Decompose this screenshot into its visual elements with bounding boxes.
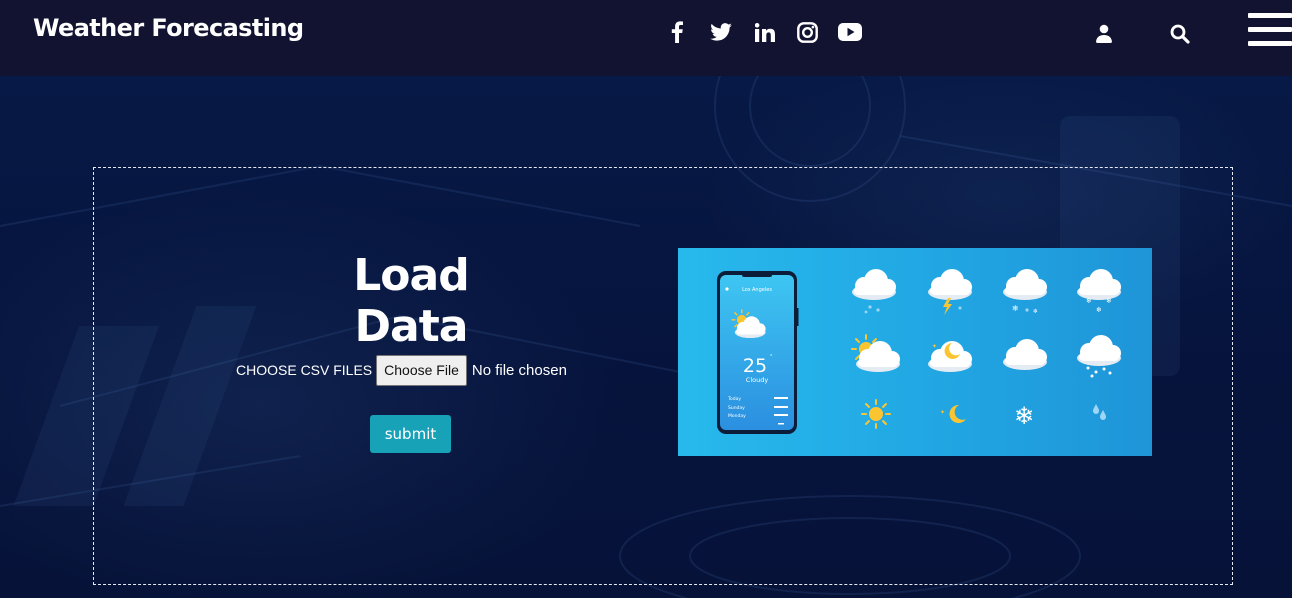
moon-icon: ✦: [940, 404, 966, 423]
raindrops-icon: [1093, 404, 1106, 420]
submit-button[interactable]: submit: [370, 415, 451, 453]
hamburger-menu-icon[interactable]: [1248, 13, 1292, 49]
thunder-cloud-icon: [928, 269, 972, 315]
svg-text:✦: ✦: [932, 343, 937, 350]
svg-text:❄: ❄: [1086, 297, 1092, 305]
file-status-text: No file chosen: [471, 361, 567, 379]
svg-text:❄: ❄: [1106, 297, 1112, 305]
sun-icon: [861, 399, 891, 429]
weather-illustration: Los Angeles 25 ° Cloudy Today Sunday Mon…: [678, 248, 1152, 456]
facebook-icon[interactable]: [664, 18, 690, 46]
snow-rain-cloud-icon: ❄ ❄: [1003, 269, 1047, 315]
svg-text:❄: ❄: [1014, 402, 1034, 430]
csv-upload-row: CHOOSE CSV FILES Choose File No file cho…: [236, 354, 567, 386]
social-links: [664, 18, 864, 46]
upload-label: CHOOSE CSV FILES: [236, 362, 373, 378]
page-title: Load Data: [353, 250, 469, 352]
sleet-cloud-icon: [1077, 335, 1121, 378]
snow-cloud-icon: ❄ ❄ ❄: [1077, 269, 1121, 314]
svg-text:❄: ❄: [1033, 308, 1038, 315]
cloudy-icon: [1003, 339, 1047, 370]
svg-text:❄: ❄: [1096, 306, 1102, 314]
snowflake-icon: ❄: [1014, 402, 1034, 430]
brand-title[interactable]: Weather Forecasting: [33, 14, 304, 42]
svg-text:✦: ✦: [940, 409, 945, 416]
partly-cloudy-day-icon: [851, 334, 900, 372]
svg-text:Monday: Monday: [728, 413, 746, 419]
linkedin-icon[interactable]: [752, 18, 778, 46]
user-icon[interactable]: [1095, 24, 1113, 44]
svg-text:Sunday: Sunday: [728, 405, 745, 411]
load-data-panel: Load Data CHOOSE CSV FILES Choose File N…: [93, 167, 1233, 585]
choose-file-button[interactable]: Choose File: [376, 354, 467, 386]
svg-text:Today: Today: [727, 396, 741, 402]
svg-text:Cloudy: Cloudy: [746, 376, 769, 384]
top-navbar: Weather Forecasting: [0, 0, 1292, 76]
svg-text:25: 25: [743, 355, 767, 377]
svg-text:Los Angeles: Los Angeles: [742, 287, 772, 293]
rain-cloud-icon: [852, 269, 896, 314]
svg-text:❄: ❄: [1012, 304, 1019, 313]
search-icon[interactable]: [1170, 24, 1190, 44]
partly-cloudy-night-icon: ✦: [928, 341, 972, 372]
phone-mockup: Los Angeles 25 ° Cloudy Today Sunday Mon…: [717, 271, 799, 434]
instagram-icon[interactable]: [794, 18, 820, 46]
twitter-icon[interactable]: [708, 18, 734, 46]
youtube-icon[interactable]: [836, 18, 864, 46]
